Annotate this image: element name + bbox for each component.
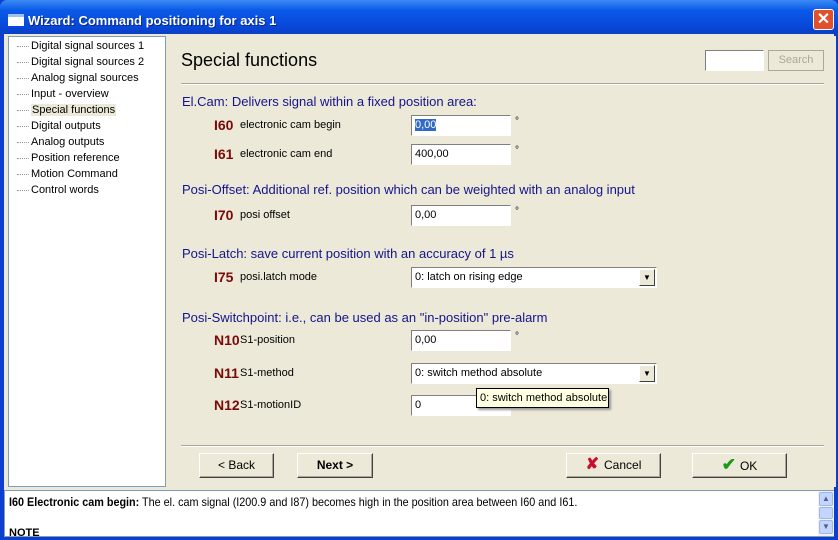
tree-item-special-functions[interactable]: Special functions — [17, 102, 117, 118]
footer-divider — [181, 445, 824, 447]
posi-latch-mode-select[interactable]: 0: latch on rising edge ▼ — [411, 267, 657, 288]
tree-item-label: Analog outputs — [31, 136, 105, 148]
tree-item-digital-outputs[interactable]: Digital outputs — [17, 118, 101, 134]
param-code-i75: I75 — [214, 269, 234, 285]
param-code-n11: N11 — [214, 365, 239, 381]
tree-item-analog-signal-sources[interactable]: Analog signal sources — [17, 70, 139, 86]
search-input[interactable] — [705, 50, 764, 71]
tree-item-analog-outputs[interactable]: Analog outputs — [17, 134, 104, 150]
tooltip: 0: switch method absolute — [476, 388, 609, 408]
s1-method-select[interactable]: 0: switch method absolute ▼ — [411, 363, 657, 384]
param-code-n10: N10 — [214, 332, 240, 348]
help-text: I60 Electronic cam begin: The el. cam si… — [9, 495, 577, 509]
param-label-i61: electronic cam end — [240, 148, 333, 160]
section-posi-offset-heading: Posi-Offset: Additional ref. position wh… — [182, 182, 635, 197]
ok-label: OK — [739, 459, 758, 473]
param-label-n11: S1-method — [240, 367, 294, 379]
select-value: 0: latch on rising edge — [415, 271, 523, 283]
tree-item-label: Control words — [31, 184, 99, 196]
posi-offset-input[interactable]: 0,00 — [411, 205, 511, 226]
tree-item-motion-command[interactable]: Motion Command — [17, 166, 118, 182]
scroll-thumb[interactable] — [819, 507, 833, 519]
x-icon: ✘ — [585, 456, 600, 473]
window-title: Wizard: Command positioning for axis 1 — [28, 13, 277, 28]
help-note: NOTE — [9, 527, 40, 537]
tree-item-label: Position reference — [31, 152, 120, 164]
tree-item-digital-signal-sources-2[interactable]: Digital signal sources 2 — [17, 54, 144, 70]
window-icon — [8, 14, 24, 26]
electronic-cam-begin-input[interactable]: 0,00 — [411, 115, 511, 136]
unit-degree: ° — [515, 145, 519, 156]
scroll-up-icon[interactable]: ▲ — [819, 492, 833, 506]
next-button[interactable]: Next > — [297, 453, 373, 478]
param-label-i75: posi.latch mode — [240, 271, 318, 283]
param-code-i70: I70 — [214, 207, 234, 223]
param-label-n10: S1-position — [240, 334, 296, 346]
scroll-down-icon[interactable]: ▼ — [819, 520, 833, 534]
input-value: 0,00 — [415, 119, 437, 131]
unit-degree: ° — [515, 116, 519, 127]
page-title: Special functions — [181, 50, 318, 70]
param-code-i61: I61 — [214, 146, 234, 162]
help-scrollbar[interactable]: ▲ ▼ — [818, 491, 834, 536]
unit-degree: ° — [515, 206, 519, 217]
cancel-button[interactable]: ✘ Cancel — [566, 453, 661, 478]
navigation-tree: Digital signal sources 1 Digital signal … — [8, 36, 166, 487]
tree-item-digital-signal-sources-1[interactable]: Digital signal sources 1 — [17, 38, 144, 54]
select-value: 0: switch method absolute — [415, 367, 543, 379]
ok-button[interactable]: ✔ OK — [692, 453, 787, 478]
tree-item-control-words[interactable]: Control words — [17, 182, 99, 198]
cancel-label: Cancel — [604, 458, 642, 472]
tree-item-label: Digital signal sources 2 — [31, 56, 145, 68]
close-button[interactable]: ✕ — [813, 9, 834, 30]
back-button[interactable]: < Back — [199, 453, 274, 478]
param-label-n12: S1-motionID — [240, 399, 302, 411]
tree-item-label: Analog signal sources — [31, 72, 139, 84]
param-code-n12: N12 — [214, 397, 240, 413]
tree-item-label: Digital outputs — [31, 120, 101, 132]
section-el-cam-heading: El.Cam: Delivers signal within a fixed p… — [182, 94, 477, 109]
header-divider — [181, 83, 824, 85]
tree-item-label: Special functions — [31, 104, 117, 116]
chevron-down-icon[interactable]: ▼ — [639, 365, 655, 382]
tree-item-label: Input - overview — [31, 88, 109, 100]
section-posi-latch-heading: Posi-Latch: save current position with a… — [182, 246, 514, 261]
param-code-i60: I60 — [214, 117, 234, 133]
tree-item-input-overview[interactable]: Input - overview — [17, 86, 109, 102]
checkmark-icon: ✔ — [721, 455, 736, 474]
s1-position-input[interactable]: 0,00 — [411, 330, 511, 351]
param-label-i60: electronic cam begin — [240, 119, 341, 131]
tree-item-label: Motion Command — [31, 168, 118, 180]
electronic-cam-end-input[interactable]: 400,00 — [411, 144, 511, 165]
search-button[interactable]: Search — [768, 50, 824, 71]
unit-degree: ° — [515, 331, 519, 342]
section-posi-switchpoint-heading: Posi-Switchpoint: i.e., can be used as a… — [182, 310, 548, 325]
tree-item-label: Digital signal sources 1 — [31, 40, 145, 52]
tree-item-position-reference[interactable]: Position reference — [17, 150, 120, 166]
chevron-down-icon[interactable]: ▼ — [639, 269, 655, 286]
help-panel: I60 Electronic cam begin: The el. cam si… — [4, 490, 834, 537]
param-label-i70: posi offset — [240, 209, 290, 221]
help-title: I60 Electronic cam begin: — [9, 495, 140, 509]
help-body: The el. cam signal (I200.9 and I87) beco… — [139, 495, 578, 509]
